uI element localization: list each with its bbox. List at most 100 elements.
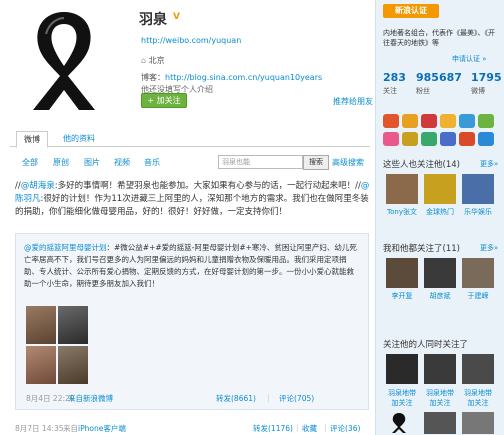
user-name[interactable]: 于建嵘 (459, 291, 497, 301)
source-prefix: 来自 (63, 424, 78, 433)
posts-label: 微博 (471, 87, 485, 95)
stat-posts[interactable]: 1795 微博 (471, 71, 502, 96)
user-name[interactable]: 羽泉地带 (383, 388, 421, 398)
avatar[interactable] (462, 258, 494, 288)
posts-count: 1795 (471, 71, 502, 84)
location-pin-icon: ⌂ (141, 56, 147, 65)
user-name[interactable]: 李开复 (383, 291, 421, 301)
follow-button[interactable]: + 加关注 (141, 93, 187, 108)
stat-following[interactable]: 283 关注 (383, 71, 406, 96)
user-name[interactable]: Tony张文 (383, 207, 421, 217)
repost-body: @爱的摇篮阿里母婴计划：#微公益#+#爱的摇篮-阿里母婴计划#+寒冷、贫困让阿里… (24, 242, 360, 290)
medal-icons (383, 114, 501, 148)
main-column: 羽泉 V http://weibo.com/yuquan ⌂ 北京 博客：htt… (5, 0, 373, 435)
feed-search-input[interactable]: 羽泉也能 (218, 155, 303, 169)
also-follow-title: 这些人也关注他(14) (383, 160, 460, 170)
verified-description: 内地著名组合，代表作《最美》、《开往春天的地铁》等 (383, 29, 495, 47)
repost-comment-link[interactable]: 评论(705) (279, 393, 314, 404)
post-forward-link[interactable]: 转发(1176) (253, 423, 293, 434)
user-name[interactable]: 乐华娱乐 (459, 207, 497, 217)
repost-thumbnails[interactable] (26, 306, 88, 386)
medal-icon[interactable] (459, 132, 475, 146)
medal-icon[interactable] (383, 114, 399, 128)
user-name[interactable]: 羽泉地带 (459, 388, 497, 398)
medal-icon[interactable] (383, 132, 399, 146)
profile-name: 羽泉 (139, 12, 167, 28)
filter-all[interactable]: 全部 (22, 157, 38, 168)
post-source: 来自iPhone客户端 (63, 423, 126, 434)
profile-stats: 283 关注 985687 粉丝 1795 微博 (383, 71, 502, 101)
avatar[interactable] (424, 174, 456, 204)
medal-icon[interactable] (402, 114, 418, 128)
avatar[interactable] (386, 258, 418, 288)
medal-icon[interactable] (421, 132, 437, 146)
filter-original[interactable]: 原创 (53, 157, 69, 168)
medal-icon[interactable] (478, 114, 494, 128)
thumbnail-image[interactable] (58, 306, 88, 344)
profile-url[interactable]: http://weibo.com/yuquan (141, 36, 241, 45)
post-body: //@胡海泉:多好的事情啊！希望羽泉也能参加。大家如果有心参与的话，一起行动起来… (15, 180, 370, 219)
follow-link[interactable]: 加关注 (383, 398, 421, 408)
tab-weibo[interactable]: 微博 (16, 131, 48, 148)
medal-icon[interactable] (440, 114, 456, 128)
advanced-search-link[interactable]: 高级搜索 (332, 157, 364, 168)
user-name[interactable]: 胡彦斌 (421, 291, 459, 301)
avatar[interactable] (424, 258, 456, 288)
user-name[interactable]: 金球热门 (421, 207, 459, 217)
black-ribbon-avatar (33, 12, 95, 110)
sidebar: 新浪认证 内地著名组合，代表作《最美》、《开往春天的地铁》等 申请认证 » 28… (375, 0, 504, 435)
black-ribbon-icon (392, 413, 406, 433)
avatar[interactable] (462, 412, 494, 434)
thumbnail-image[interactable] (58, 346, 88, 384)
followers-also-follow-title: 关注他的人同时关注了 (383, 340, 469, 350)
medal-icon[interactable] (459, 114, 475, 128)
followers-count: 985687 (416, 71, 462, 84)
mention-huhaiquan[interactable]: @胡海泉 (21, 181, 55, 191)
avatar[interactable] (424, 354, 456, 384)
divider: | (267, 393, 270, 402)
more-link[interactable]: 更多» (480, 159, 498, 169)
user-name[interactable]: 羽泉地带 (421, 388, 459, 398)
location-text: 北京 (148, 56, 165, 65)
more-link[interactable]: 更多» (480, 243, 498, 253)
follow-link[interactable]: 加关注 (459, 398, 497, 408)
medal-icon[interactable] (478, 132, 494, 146)
recommend-link[interactable]: 推荐给朋友 (333, 96, 373, 107)
follow-link[interactable]: 加关注 (421, 398, 459, 408)
profile-tabs: 微博 他的资料 (10, 128, 370, 148)
post-comment-link[interactable]: 评论(36) (330, 423, 360, 434)
filter-images[interactable]: 图片 (84, 157, 100, 168)
mention-aidexiaolan[interactable]: @爱的摇篮阿里母婴计划 (24, 243, 107, 252)
medal-icon[interactable] (421, 114, 437, 128)
source-link[interactable]: iPhone客户端 (78, 424, 126, 433)
blog-url[interactable]: http://blog.sina.com.cn/yuquan10years (165, 73, 322, 82)
weibo-profile-page: 羽泉 V http://weibo.com/yuquan ⌂ 北京 博客：htt… (0, 0, 504, 435)
verified-icon: V (173, 12, 180, 22)
mutual-follow-title: 我和他都关注了(11) (383, 244, 460, 254)
medal-icon[interactable] (440, 132, 456, 146)
avatar[interactable] (386, 354, 418, 384)
avatar[interactable] (424, 412, 456, 434)
apply-verify-link[interactable]: 申请认证 » (452, 54, 487, 64)
tab-profile[interactable]: 他的资料 (56, 131, 102, 146)
repost-source[interactable]: 来自新浪微博 (68, 393, 113, 404)
blog-label: 博客： (141, 73, 165, 82)
avatar[interactable] (386, 174, 418, 204)
repost-forward-link[interactable]: 转发(8661) (216, 393, 256, 404)
search-button[interactable]: 搜索 (303, 155, 329, 170)
medal-icon[interactable] (402, 132, 418, 146)
thumbnail-image[interactable] (26, 346, 56, 384)
divider: | (324, 423, 327, 432)
stat-followers[interactable]: 985687 粉丝 (416, 71, 462, 96)
post-favorite-link[interactable]: 收藏 (302, 423, 317, 434)
divider: | (296, 423, 299, 432)
profile-location: ⌂ 北京 (141, 55, 165, 66)
thumbnail-image[interactable] (26, 306, 56, 344)
sina-verified-badge[interactable]: 新浪认证 (383, 4, 439, 18)
post-date[interactable]: 8月7日 14:35 (15, 423, 64, 434)
filter-videos[interactable]: 视频 (114, 157, 130, 168)
following-count: 283 (383, 71, 406, 84)
avatar[interactable] (462, 354, 494, 384)
avatar[interactable] (462, 174, 494, 204)
filter-music[interactable]: 音乐 (144, 157, 160, 168)
